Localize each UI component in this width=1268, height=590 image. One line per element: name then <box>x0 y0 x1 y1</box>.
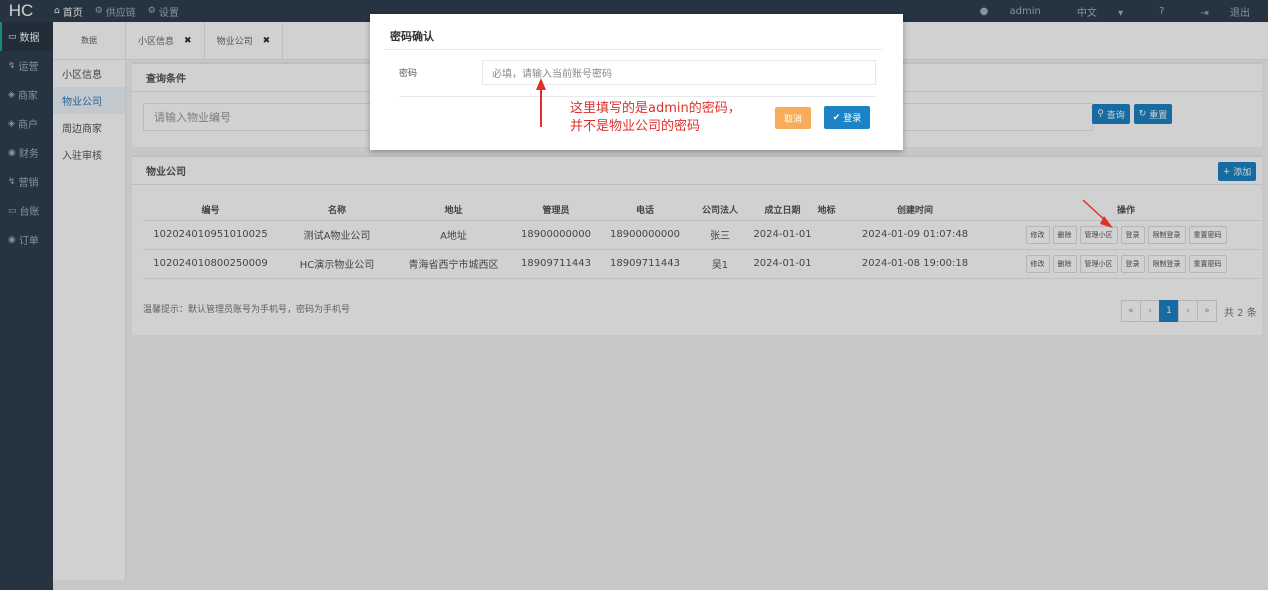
modal-title: 密码确认 <box>390 30 434 43</box>
modal-divider <box>399 96 876 97</box>
annotation-line-2: 并不是物业公司的密码 <box>570 119 701 134</box>
password-input[interactable]: 必填，请输入当前账号密码 <box>482 60 876 85</box>
password-label: 密码 <box>399 69 418 79</box>
annotation-line-1: 这里填写的是admin的密码， <box>570 101 741 116</box>
cancel-button[interactable]: 取消 <box>775 107 811 129</box>
modal-login-label: 登录 <box>843 114 862 124</box>
modal-divider <box>385 49 883 50</box>
password-placeholder: 必填，请输入当前账号密码 <box>492 69 612 80</box>
annotation-text: 这里填写的是admin的密码， 并不是物业公司的密码 <box>570 100 770 136</box>
check-icon: ✔ <box>832 112 841 123</box>
modal-login-button[interactable]: ✔ 登录 <box>824 106 870 129</box>
